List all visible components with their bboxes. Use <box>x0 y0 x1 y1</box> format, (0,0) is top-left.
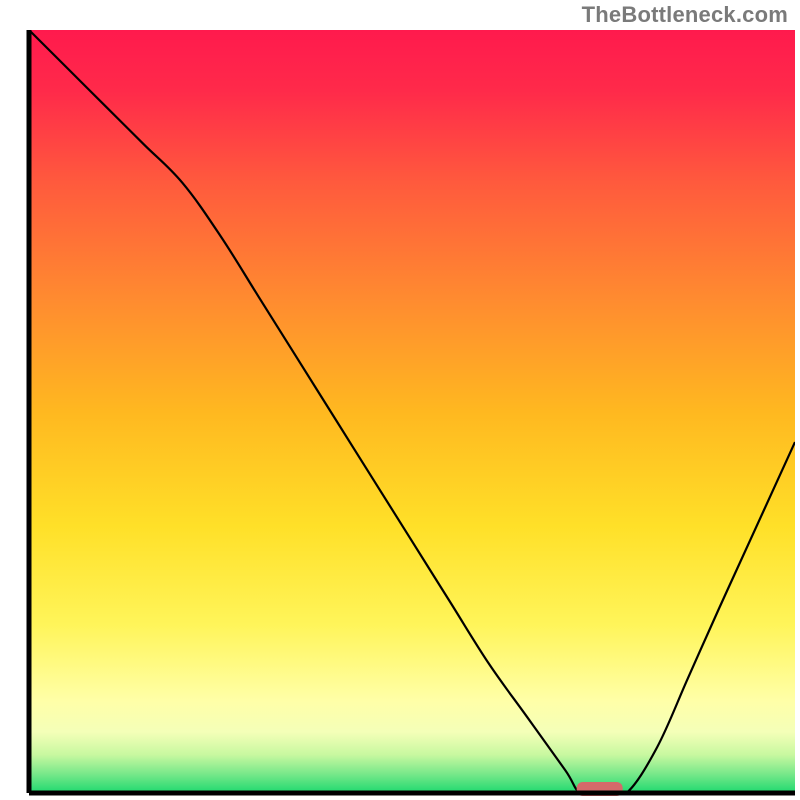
chart-container: TheBottleneck.com <box>0 0 800 800</box>
bottleneck-chart <box>0 0 800 800</box>
